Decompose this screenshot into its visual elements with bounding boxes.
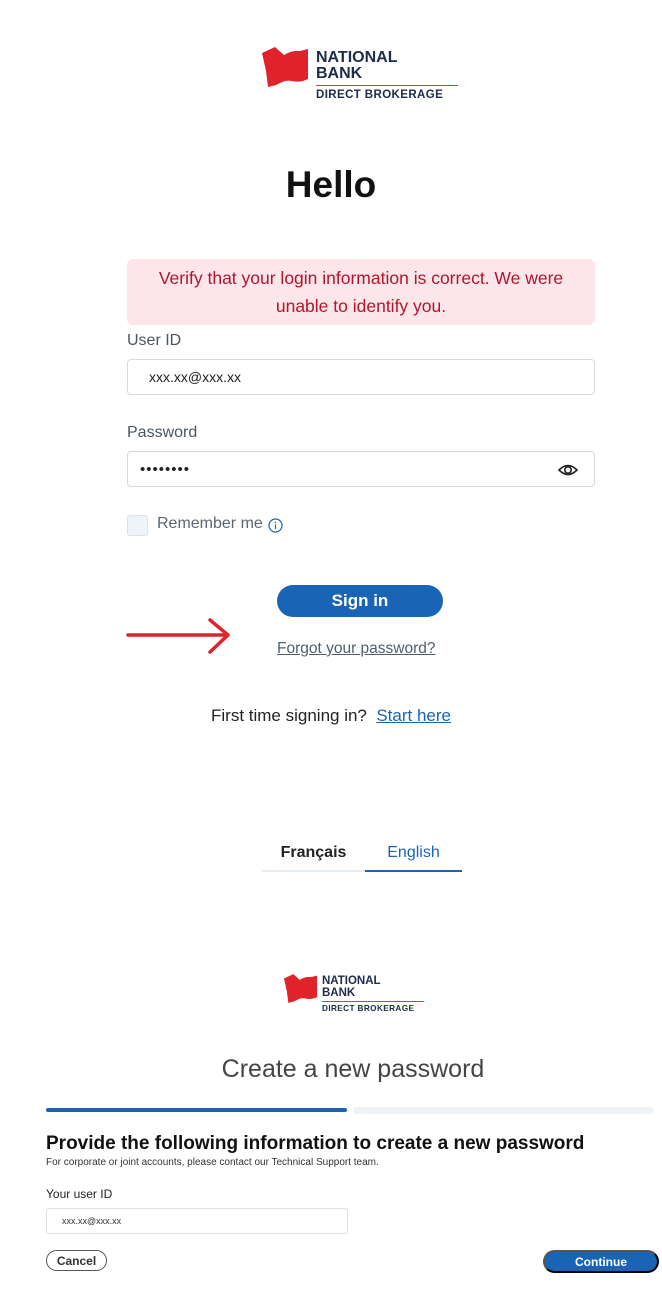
remember-me-checkbox[interactable] (127, 515, 148, 536)
language-tab-french[interactable]: Français (262, 842, 365, 872)
flag-logo-icon (284, 974, 317, 1003)
password-value: •••••••• (140, 460, 191, 478)
logo-divider (322, 1001, 424, 1002)
reset-user-id-input[interactable]: xxx.xx@xxx.xx (46, 1208, 348, 1234)
logo-brand-line1: NATIONAL (316, 49, 398, 66)
password-label: Password (127, 424, 198, 441)
user-id-label: User ID (127, 332, 182, 349)
logo-sub: DIRECT BROKERAGE (316, 89, 444, 101)
logo-sub: DIRECT BROKERAGE (322, 1004, 415, 1013)
language-tab-english[interactable]: English (365, 842, 462, 872)
start-here-link[interactable]: Start here (376, 706, 451, 725)
page-title: Hello (285, 164, 377, 205)
first-time-row: First time signing in? Start here (0, 706, 662, 726)
remember-me-label: Remember me (157, 515, 263, 532)
info-icon[interactable] (268, 518, 283, 533)
user-id-input[interactable]: xxx.xx@xxx.xx (127, 359, 595, 395)
reset-heading: Provide the following information to cre… (46, 1133, 585, 1154)
logo-brand-line2: BANK (316, 65, 363, 82)
password-input[interactable]: •••••••• (127, 451, 595, 487)
logo-brand-line2: BANK (322, 986, 356, 999)
flag-logo-icon (262, 47, 308, 87)
forgot-password-link[interactable]: Forgot your password? (277, 640, 436, 658)
logo-brand-line1: NATIONAL (322, 975, 381, 987)
eye-icon[interactable] (558, 461, 578, 479)
reset-note: For corporate or joint accounts, please … (46, 1157, 379, 1168)
cancel-button[interactable]: Cancel (46, 1250, 107, 1271)
brand-logo: NATIONAL BANK DIRECT BROKERAGE (262, 47, 458, 101)
user-id-value: xxx.xx@xxx.xx (149, 369, 241, 385)
continue-button[interactable]: Continue (543, 1250, 659, 1273)
sign-in-button[interactable]: Sign in (277, 585, 443, 617)
reset-user-id-value: xxx.xx@xxx.xx (62, 1216, 122, 1226)
progress-step-remaining (353, 1107, 653, 1114)
brand-logo-small: NATIONAL BANK DIRECT BROKERAGE (284, 974, 424, 1013)
logo-divider (316, 85, 458, 86)
error-message: Verify that your login information is co… (127, 259, 595, 325)
reset-user-id-label: Your user ID (46, 1187, 113, 1201)
create-password-title: Create a new password (221, 1055, 485, 1083)
first-time-text: First time signing in? (211, 706, 367, 725)
progress-step-complete (46, 1108, 347, 1112)
red-arrow-icon (126, 618, 230, 654)
